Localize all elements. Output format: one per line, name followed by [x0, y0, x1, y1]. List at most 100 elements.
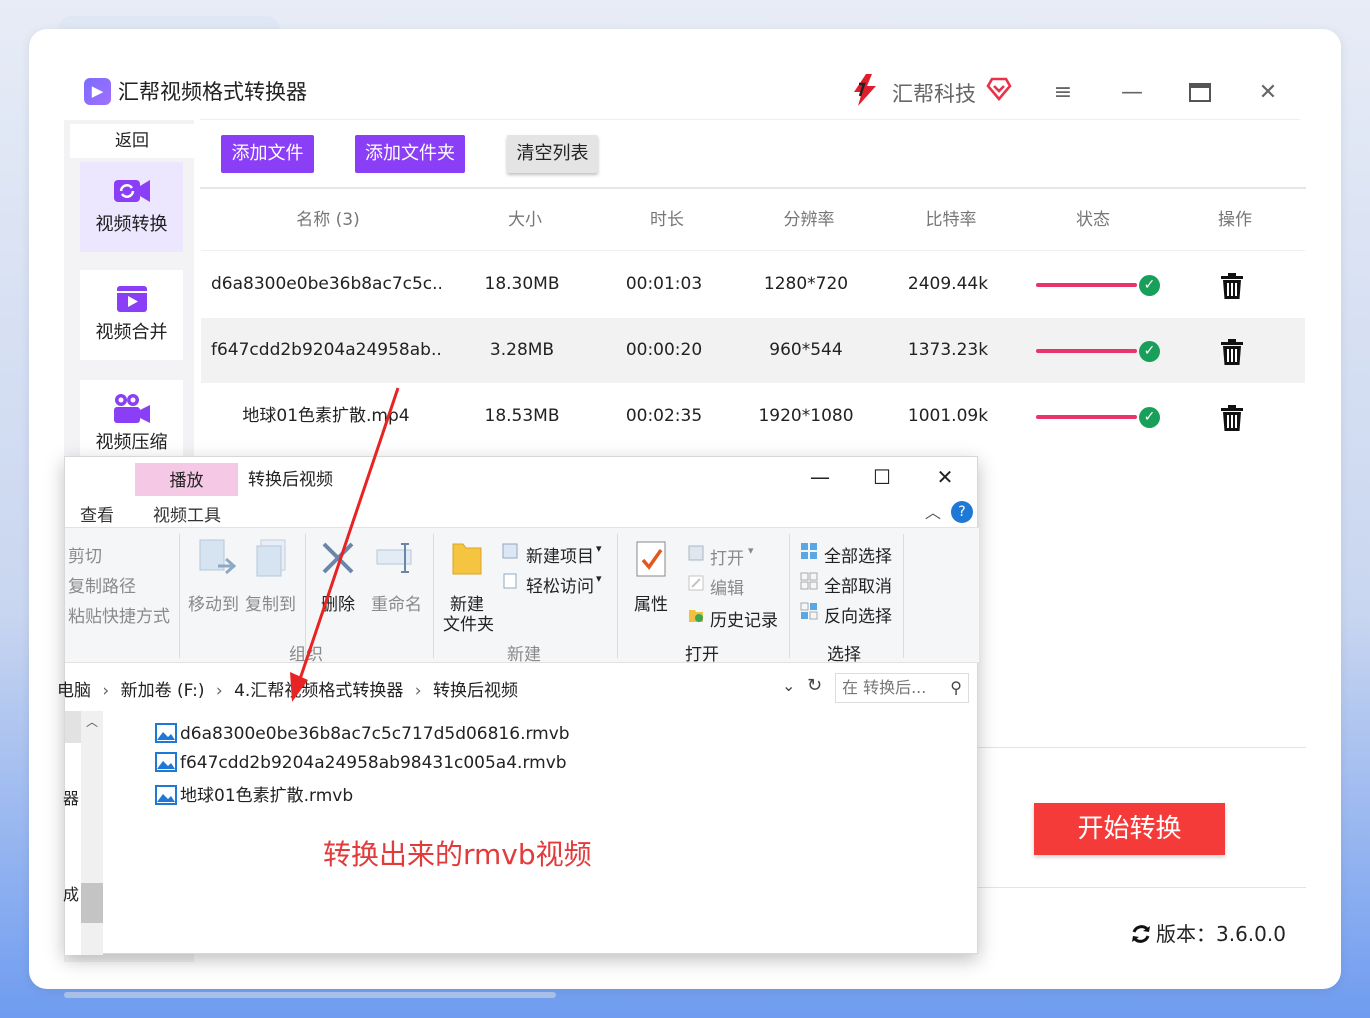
address-dropdown-icon[interactable]: ⌄ [782, 676, 795, 695]
minimize-button[interactable]: — [1115, 76, 1149, 110]
ribbon-separator [903, 534, 904, 658]
explorer-minimize-button[interactable]: — [800, 461, 840, 493]
explorer-close-button[interactable]: ✕ [925, 461, 965, 493]
search-input[interactable]: 在 转换后... ⚲ [835, 673, 969, 703]
background-scrollbar [64, 992, 556, 998]
trash-icon[interactable] [1220, 405, 1244, 431]
close-button[interactable]: ✕ [1251, 76, 1285, 110]
edit-button[interactable]: 编辑 [710, 574, 744, 599]
scroll-up-icon[interactable]: ︿ [86, 713, 98, 730]
select-none-button[interactable]: 全部取消 [824, 572, 892, 597]
cell-name: d6a8300e0be36b8ac7c5c... [211, 274, 441, 294]
select-none-icon [800, 572, 818, 590]
ribbon: 剪切 复制路径 粘贴快捷方式 移动到 复制到 删除 重命名 组织 新建 文件夹 … [65, 527, 979, 665]
ribbon-separator [179, 534, 180, 658]
explorer-titlebar: 播放 转换后视频 — ☐ ✕ [65, 457, 979, 496]
copy-to-button[interactable]: 复制到 [245, 590, 296, 615]
collapse-ribbon-icon[interactable]: ︿ [925, 499, 941, 523]
ribbon-separator [789, 534, 790, 658]
table-row[interactable]: 地球01色素扩散.mp4 18.53MB 00:02:35 1920*1080 … [201, 384, 1305, 449]
video-merge-icon [116, 286, 147, 312]
rename-button[interactable]: 重命名 [371, 590, 422, 615]
start-convert-button[interactable]: 开始转换 [1034, 803, 1225, 855]
move-to-button[interactable]: 移动到 [188, 590, 239, 615]
progress-bar [1036, 283, 1137, 287]
header-duration[interactable]: 时长 [617, 189, 717, 251]
file-item[interactable]: 地球01色素扩散.rmvb [155, 781, 353, 806]
table-row[interactable]: f647cdd2b9204a24958ab... 3.28MB 00:00:20… [201, 318, 1305, 383]
group-select: 选择 [827, 645, 861, 665]
nav-item-video-merge[interactable]: 视频合并 [80, 270, 183, 360]
breadcrumb-item[interactable]: 转换后视频 [433, 681, 518, 701]
address-bar[interactable]: 电脑 › 新加卷 (F:) › 4.汇帮视频格式转换器 › 转换后视频 ⌄ ↻ … [57, 673, 979, 703]
open-button[interactable]: 打开 [710, 544, 744, 569]
cell-name: 地球01色素扩散.mp4 [242, 406, 410, 426]
cell-duration: 00:01:03 [625, 274, 703, 294]
image-file-icon [155, 752, 177, 772]
nav-fragment[interactable]: 器 [63, 785, 79, 809]
header-resolution[interactable]: 分辨率 [759, 189, 859, 251]
explorer-title: 转换后视频 [248, 470, 333, 490]
menu-icon[interactable]: ≡ [1046, 76, 1080, 110]
cut-button[interactable]: 剪切 [68, 542, 102, 567]
breadcrumb-item[interactable]: 4.汇帮视频格式转换器 [234, 681, 403, 701]
diamond-heart-icon[interactable] [986, 76, 1012, 102]
breadcrumb-separator: › [215, 681, 223, 701]
header-name[interactable]: 名称 (3) [223, 189, 433, 251]
add-file-button[interactable]: 添加文件 [221, 135, 314, 173]
history-button[interactable]: 历史记录 [710, 606, 778, 631]
maximize-button[interactable] [1183, 76, 1217, 110]
scroll-thumb[interactable] [81, 883, 103, 923]
explorer-maximize-button[interactable]: ☐ [862, 461, 902, 493]
table-header: 名称 (3) 大小 时长 分辨率 比特率 状态 操作 [201, 189, 1305, 251]
table-row[interactable]: d6a8300e0be36b8ac7c5c... 18.30MB 00:01:0… [201, 252, 1305, 317]
copy-path-button[interactable]: 复制路径 [68, 572, 136, 597]
refresh-address-icon[interactable]: ↻ [807, 675, 822, 696]
history-icon [689, 610, 703, 622]
progress-bar [1036, 415, 1137, 419]
cell-size: 18.53MB [484, 406, 560, 426]
clear-list-button[interactable]: 清空列表 [507, 135, 598, 173]
app-logo-icon: ▶ [84, 78, 111, 105]
cell-bitrate: 1373.23k [907, 340, 989, 360]
open-icon [688, 545, 704, 561]
trash-icon[interactable] [1220, 339, 1244, 365]
help-icon[interactable]: ? [951, 501, 973, 523]
add-folder-button[interactable]: 添加文件夹 [355, 135, 465, 173]
nav-fragment[interactable]: 成影 [63, 881, 79, 905]
file-item[interactable]: f647cdd2b9204a24958ab98431c005a4.rmvb [155, 752, 567, 773]
titlebar: ▶ 汇帮视频格式转换器 汇帮科技 ≡ — ✕ [64, 62, 1314, 122]
group-organize: 组织 [289, 645, 323, 665]
select-all-button[interactable]: 全部选择 [824, 542, 892, 567]
explorer-tabs: 查看 视频工具 ︿ ? [65, 495, 979, 527]
tab-view[interactable]: 查看 [80, 501, 114, 526]
nav-pane-highlight [65, 711, 81, 743]
breadcrumb-separator: › [102, 681, 110, 701]
delete-button[interactable]: 删除 [321, 590, 355, 615]
dropdown-arrow-icon: ▾ [596, 542, 602, 555]
cell-name: f647cdd2b9204a24958ab... [211, 340, 441, 360]
breadcrumb-item[interactable]: 新加卷 (F:) [121, 681, 205, 701]
new-item-button[interactable]: 新建项目 [526, 542, 594, 567]
brand-logo-icon [854, 74, 876, 106]
easy-access-button[interactable]: 轻松访问 [526, 572, 594, 597]
paste-shortcut-button[interactable]: 粘贴快捷方式 [68, 602, 170, 627]
file-item[interactable]: d6a8300e0be36b8ac7c5c717d5d06816.rmvb [155, 723, 570, 744]
tab-play[interactable]: 播放 [135, 463, 238, 496]
ribbon-separator [617, 534, 618, 658]
properties-icon [636, 541, 666, 577]
version-info[interactable]: 版本：3.6.0.0 [1130, 918, 1286, 947]
ribbon-separator [433, 534, 434, 658]
properties-button[interactable]: 属性 [634, 590, 668, 615]
breadcrumb-item[interactable]: 电脑 [57, 681, 91, 701]
trash-icon[interactable] [1220, 273, 1244, 299]
invert-selection-button[interactable]: 反向选择 [824, 602, 892, 627]
new-folder-line2[interactable]: 文件夹 [443, 610, 494, 635]
header-bitrate[interactable]: 比特率 [901, 189, 1001, 251]
header-size[interactable]: 大小 [475, 189, 575, 251]
tab-video-tools[interactable]: 视频工具 [153, 501, 221, 526]
back-button[interactable]: 返回 [70, 124, 194, 158]
invert-selection-icon [800, 602, 818, 620]
nav-item-video-convert[interactable]: 视频转换 [80, 162, 183, 252]
nav-scrollbar[interactable]: ︿ [81, 711, 103, 955]
